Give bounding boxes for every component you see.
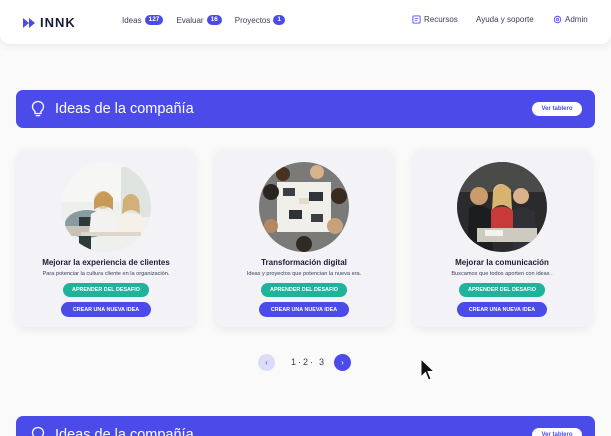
view-board-button[interactable]: Ver tablero [532,102,582,116]
challenge-photo [259,162,349,252]
count-badge: 1 [273,15,285,25]
nav-item-evaluar[interactable]: Evaluar 16 [176,15,222,25]
chevron-right-icon: › [341,358,344,367]
page-number[interactable]: 3 [319,357,324,367]
challenge-description: Para potenciar la cultura cliente en la … [42,271,170,277]
learn-challenge-button[interactable]: APRENDER DEL DESAFIO [63,283,149,297]
challenge-card[interactable]: Mejorar la comunicación Buscamos que tod… [413,150,591,327]
main-nav: Ideas 127 Evaluar 16 Proyectos 1 [122,15,298,25]
nav-label: Proyectos [234,15,271,25]
create-idea-button[interactable]: CREAR UNA NUEVA IDEA [457,302,547,317]
chevron-left-icon: ‹ [265,358,268,367]
challenge-card[interactable]: Transformación digital Ideas y proyectos… [215,150,393,327]
nav-item-help[interactable]: Ayuda y soporte [476,15,534,24]
section-banner: Ideas de la compañía Ver tablero [16,416,595,436]
view-board-button[interactable]: Ver tablero [532,428,582,436]
pagination: ‹ 1 · 2 · 3 › [258,354,351,371]
nav-label: Ideas [122,15,142,25]
nav-label: Ayuda y soporte [476,15,534,24]
count-badge: 16 [206,15,222,25]
create-idea-button[interactable]: CREAR UNA NUEVA IDEA [259,302,349,317]
challenge-title: Mejorar la experiencia de clientes [42,258,170,267]
lightbulb-icon [31,426,45,436]
count-badge: 127 [144,15,164,25]
mouse-cursor-icon [420,358,436,381]
page-numbers: 1 · 2 · 3 [289,357,326,367]
challenge-title: Transformación digital [261,258,347,267]
challenge-title: Mejorar la comunicación [455,258,549,267]
nav-item-recursos[interactable]: Recursos [412,15,458,24]
challenge-description: Ideas y proyectos que potencian la nueva… [246,271,362,277]
learn-challenge-button[interactable]: APRENDER DEL DESAFIO [459,283,545,297]
innk-logo[interactable]: INNK [23,15,76,30]
nav-label: Admin [565,15,588,24]
nav-item-proyectos[interactable]: Proyectos 1 [235,15,285,25]
document-icon [412,15,421,24]
gear-icon [553,15,562,24]
logo-arrows-icon [23,17,37,28]
page-number[interactable]: 2 [303,357,308,367]
create-idea-button[interactable]: CREAR UNA NUEVA IDEA [61,302,151,317]
top-navigation-bar: INNK Ideas 127 Evaluar 16 Proyectos 1 Re… [0,0,611,44]
nav-item-ideas[interactable]: Ideas 127 [122,15,164,25]
nav-label: Evaluar [176,15,204,25]
section-title: Ideas de la compañía [55,427,194,436]
page-number[interactable]: 1 [291,357,296,367]
nav-label: Recursos [424,15,458,24]
section-title: Ideas de la compañía [55,101,194,117]
challenge-card[interactable]: Mejorar la experiencia de clientes Para … [17,150,195,327]
nav-item-admin[interactable]: Admin [553,15,588,24]
challenge-photo [457,162,547,252]
previous-page-button[interactable]: ‹ [258,354,275,371]
lightbulb-icon [31,100,45,117]
logo-text: INNK [40,15,76,30]
challenge-photo [61,162,151,252]
next-page-button[interactable]: › [334,354,351,371]
learn-challenge-button[interactable]: APRENDER DEL DESAFIO [261,283,347,297]
challenge-description: Buscamos que todos aporten con ideas . [451,271,553,277]
page-separator: · [298,357,302,367]
page-separator: · [310,357,314,367]
section-banner: Ideas de la compañía Ver tablero [16,90,595,128]
